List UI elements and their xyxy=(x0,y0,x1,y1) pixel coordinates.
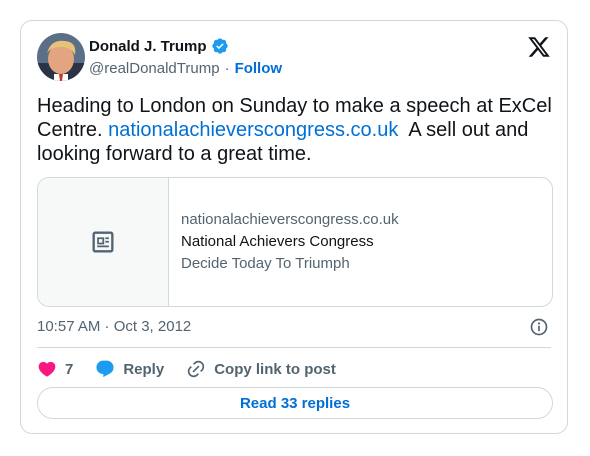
link-preview-card[interactable]: nationalachieverscongress.co.uk National… xyxy=(37,177,553,307)
follow-button[interactable]: Follow xyxy=(235,60,283,77)
read-replies-button[interactable]: Read 33 replies xyxy=(37,387,553,419)
link-preview-thumbnail xyxy=(38,178,169,306)
like-count: 7 xyxy=(65,360,74,378)
copy-link-button[interactable]: Copy link to post xyxy=(186,359,336,379)
like-button[interactable]: 7 xyxy=(37,359,73,379)
link-icon xyxy=(188,360,205,378)
author-display-name[interactable]: Donald J. Trump xyxy=(89,38,207,55)
tweet-link[interactable]: nationalachieverscongress.co.uk xyxy=(108,119,398,141)
separator-dot: · xyxy=(224,60,230,77)
link-preview-domain: nationalachieverscongress.co.uk xyxy=(181,211,399,228)
heart-icon xyxy=(38,361,56,377)
link-preview-text: nationalachieverscongress.co.uk National… xyxy=(169,178,399,306)
copy-link-label: Copy link to post xyxy=(214,360,336,378)
reply-label: Reply xyxy=(123,360,165,378)
info-icon[interactable] xyxy=(529,317,549,337)
article-icon xyxy=(92,231,114,253)
tweet-actions: 7 Reply Copy link to post xyxy=(37,357,358,381)
tweet-embed-card: Donald J. Trump @realDonaldTrump · Follo… xyxy=(20,20,568,434)
author-name-row: Donald J. Trump xyxy=(89,37,229,55)
reply-bubble-icon xyxy=(96,360,114,378)
tweet-timestamp[interactable]: 10:57 AM · Oct 3, 2012 xyxy=(37,318,191,335)
avatar[interactable] xyxy=(37,33,85,81)
x-logo-icon[interactable] xyxy=(527,35,551,59)
author-handle[interactable]: @realDonaldTrump xyxy=(89,60,220,77)
avatar-image xyxy=(37,33,85,81)
author-handle-row: @realDonaldTrump · Follow xyxy=(89,60,282,77)
verified-badge-icon xyxy=(211,38,228,54)
link-preview-description: Decide Today To Triumph xyxy=(181,255,350,272)
reply-button[interactable]: Reply xyxy=(95,359,164,379)
link-preview-title: National Achievers Congress xyxy=(181,233,374,250)
divider xyxy=(37,347,551,348)
tweet-text: Heading to London on Sunday to make a sp… xyxy=(37,94,557,166)
